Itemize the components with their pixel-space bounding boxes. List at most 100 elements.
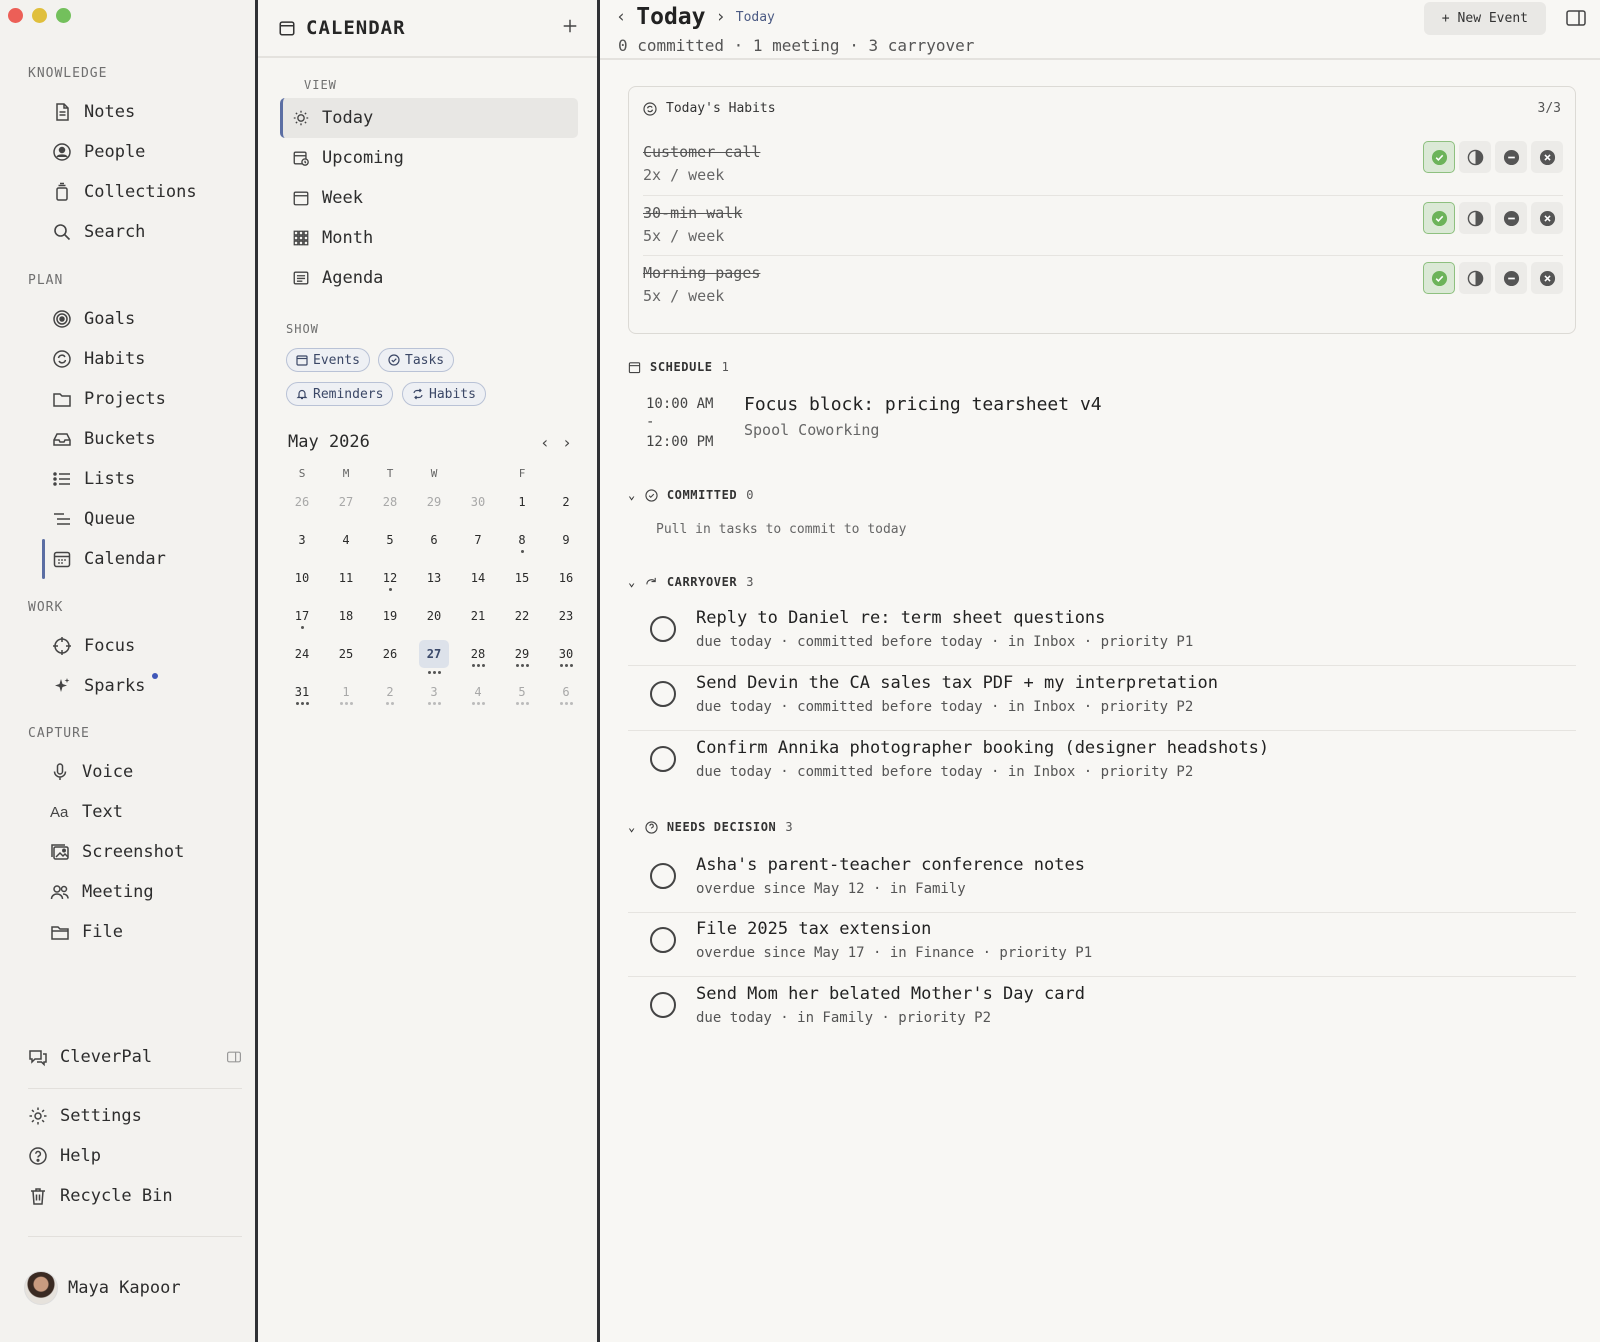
view-week[interactable]: Week	[280, 178, 578, 218]
task-row[interactable]: Asha's parent-teacher conference notes ov…	[628, 849, 1576, 913]
calendar-day[interactable]: 29	[412, 486, 456, 524]
sidebar-item-buckets[interactable]: Buckets	[52, 424, 242, 454]
sidebar-item-collections[interactable]: Collections	[52, 177, 242, 207]
sidebar-toggle-icon[interactable]	[226, 1049, 242, 1065]
calendar-day[interactable]: 14	[456, 562, 500, 600]
habit-done-button[interactable]	[1423, 262, 1455, 294]
task-row[interactable]: File 2025 tax extension overdue since May…	[628, 913, 1576, 977]
sidebar-item-file[interactable]: File	[50, 917, 240, 947]
task-complete-checkbox[interactable]	[650, 681, 676, 707]
filter-chip-tasks[interactable]: Tasks	[378, 348, 455, 372]
calendar-day[interactable]: 29	[500, 638, 544, 676]
new-event-button[interactable]: + New Event	[1423, 2, 1546, 35]
task-row[interactable]: Send Mom her belated Mother's Day card du…	[628, 978, 1576, 1042]
habit-skip-button[interactable]	[1495, 141, 1527, 173]
panel-toggle-icon[interactable]	[1566, 10, 1586, 26]
view-month[interactable]: Month	[280, 218, 578, 258]
next-month-button[interactable]: ›	[560, 433, 574, 452]
calendar-day[interactable]: 13	[412, 562, 456, 600]
calendar-day[interactable]: 22	[500, 600, 544, 638]
calendar-day[interactable]: 24	[280, 638, 324, 676]
sidebar-item-queue[interactable]: Queue	[52, 504, 242, 534]
calendar-day[interactable]: 27	[324, 486, 368, 524]
calendar-day[interactable]: 28	[456, 638, 500, 676]
task-complete-checkbox[interactable]	[650, 746, 676, 772]
task-complete-checkbox[interactable]	[650, 992, 676, 1018]
sidebar-item-focus[interactable]: Focus	[52, 631, 242, 661]
sidebar-item-screenshot[interactable]: Screenshot	[50, 837, 240, 867]
habit-done-button[interactable]	[1423, 202, 1455, 234]
minimize-window-button[interactable]	[32, 8, 47, 23]
calendar-day[interactable]: 25	[324, 638, 368, 676]
calendar-day[interactable]: 7	[456, 524, 500, 562]
habit-skip-button[interactable]	[1495, 262, 1527, 294]
calendar-day[interactable]: 19	[368, 600, 412, 638]
view-today[interactable]: Today	[280, 98, 578, 138]
sidebar-item-projects[interactable]: Projects	[52, 384, 242, 414]
habit-skip-button[interactable]	[1495, 202, 1527, 234]
task-row[interactable]: Reply to Daniel re: term sheet questions…	[628, 602, 1576, 666]
habit-done-button[interactable]	[1423, 141, 1455, 173]
sidebar-item-goals[interactable]: Goals	[52, 304, 242, 334]
sidebar-item-search[interactable]: Search	[52, 217, 242, 247]
calendar-day[interactable]: 1	[324, 676, 368, 714]
filter-chip-habits[interactable]: Habits	[402, 382, 486, 406]
calendar-day[interactable]: 12	[368, 562, 412, 600]
calendar-day[interactable]: 18	[324, 600, 368, 638]
prev-month-button[interactable]: ‹	[538, 433, 552, 452]
calendar-day[interactable]: 3	[412, 676, 456, 714]
user-profile[interactable]: Maya Kapoor	[24, 1271, 214, 1305]
calendar-day[interactable]: 17	[280, 600, 324, 638]
sidebar-item-recycle-bin[interactable]: Recycle Bin	[28, 1181, 218, 1211]
task-row[interactable]: Send Devin the CA sales tax PDF + my int…	[628, 667, 1576, 731]
calendar-day[interactable]: 5	[500, 676, 544, 714]
calendar-day[interactable]: 10	[280, 562, 324, 600]
habit-partial-button[interactable]	[1459, 141, 1491, 173]
calendar-day[interactable]: 31	[280, 676, 324, 714]
calendar-day[interactable]: 8	[500, 524, 544, 562]
calendar-day[interactable]: 23	[544, 600, 588, 638]
habit-fail-button[interactable]	[1531, 202, 1563, 234]
close-window-button[interactable]	[8, 8, 23, 23]
breadcrumb-current[interactable]: Today	[736, 10, 775, 25]
habit-partial-button[interactable]	[1459, 202, 1491, 234]
carryover-section-header[interactable]: ⌄ CARRYOVER 3	[628, 575, 754, 589]
task-complete-checkbox[interactable]	[650, 616, 676, 642]
habit-fail-button[interactable]	[1531, 262, 1563, 294]
sidebar-item-voice[interactable]: Voice	[50, 757, 240, 787]
calendar-day[interactable]: 4	[456, 676, 500, 714]
calendar-day[interactable]: 15	[500, 562, 544, 600]
view-upcoming[interactable]: Upcoming	[280, 138, 578, 178]
calendar-day[interactable]: 21	[456, 600, 500, 638]
filter-chip-events[interactable]: Events	[286, 348, 370, 372]
sidebar-item-cleverpal[interactable]: CleverPal	[28, 1042, 242, 1072]
calendar-day[interactable]: 5	[368, 524, 412, 562]
sidebar-item-settings[interactable]: Settings	[28, 1101, 218, 1131]
sidebar-item-calendar[interactable]: Calendar	[42, 539, 242, 579]
calendar-day-selected[interactable]: 27	[412, 638, 456, 676]
calendar-day[interactable]: 6	[544, 676, 588, 714]
sidebar-item-notes[interactable]: Notes	[52, 97, 242, 127]
back-button[interactable]: ‹	[616, 7, 626, 27]
needs-decision-section-header[interactable]: ⌄ NEEDS DECISION 3	[628, 820, 793, 834]
calendar-day[interactable]: 6	[412, 524, 456, 562]
committed-section-header[interactable]: ⌄ COMMITTED 0	[628, 488, 754, 502]
calendar-day[interactable]: 28	[368, 486, 412, 524]
calendar-day[interactable]: 26	[368, 638, 412, 676]
sidebar-item-habits[interactable]: Habits	[52, 344, 242, 374]
calendar-day[interactable]: 2	[544, 486, 588, 524]
calendar-day[interactable]: 26	[280, 486, 324, 524]
sidebar-item-people[interactable]: People	[52, 137, 242, 167]
calendar-day[interactable]: 16	[544, 562, 588, 600]
habit-fail-button[interactable]	[1531, 141, 1563, 173]
calendar-day[interactable]: 3	[280, 524, 324, 562]
calendar-day[interactable]: 30	[456, 486, 500, 524]
add-calendar-item-button[interactable]	[561, 17, 579, 39]
calendar-day[interactable]: 30	[544, 638, 588, 676]
task-complete-checkbox[interactable]	[650, 927, 676, 953]
calendar-day[interactable]: 9	[544, 524, 588, 562]
sidebar-item-help[interactable]: Help	[28, 1141, 218, 1171]
event-title[interactable]: Focus block: pricing tearsheet v4	[744, 394, 1102, 415]
sidebar-item-sparks[interactable]: Sparks	[52, 671, 242, 701]
sidebar-item-lists[interactable]: Lists	[52, 464, 242, 494]
